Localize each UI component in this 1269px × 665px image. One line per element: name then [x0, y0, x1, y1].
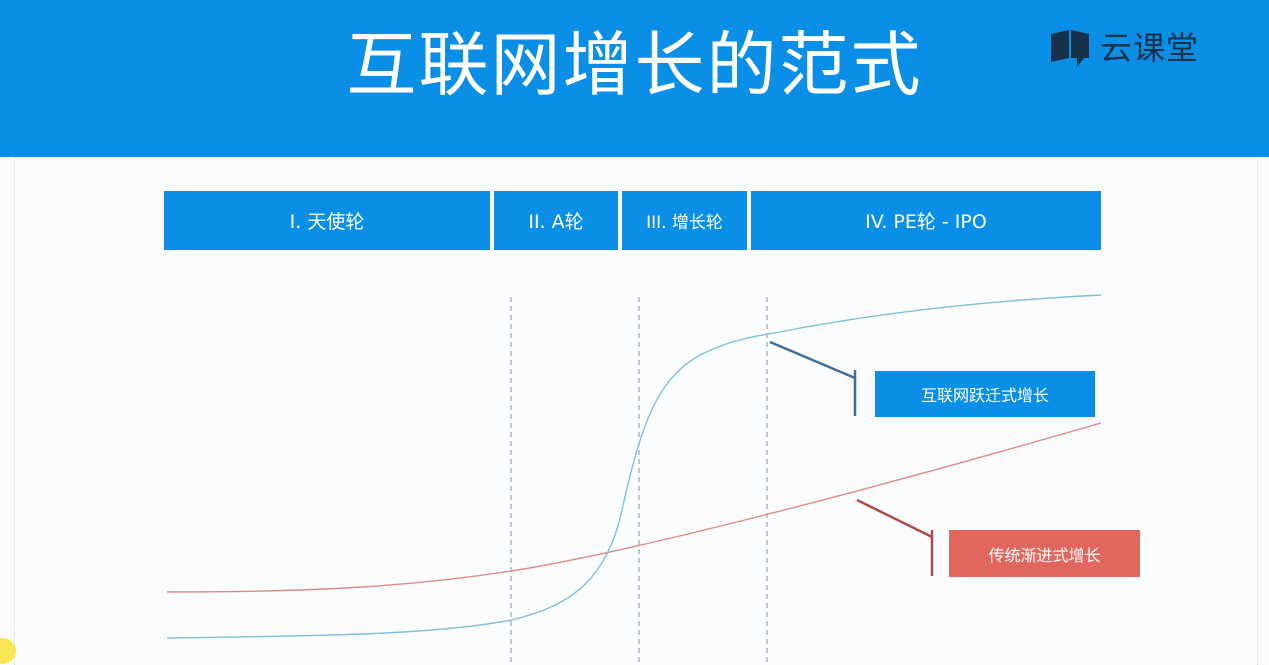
traditional-growth-label: 传统渐进式增长 [949, 530, 1140, 577]
slide: 互联网增长的范式 云课堂 I. 天使轮 II. A轮 III. 增长轮 IV. … [0, 0, 1269, 665]
internet-leader-line [769, 340, 856, 380]
internet-growth-label: 互联网跃迁式增长 [875, 371, 1095, 417]
traditional-leader-line [856, 498, 933, 539]
internet-growth-curve [166, 294, 1102, 639]
